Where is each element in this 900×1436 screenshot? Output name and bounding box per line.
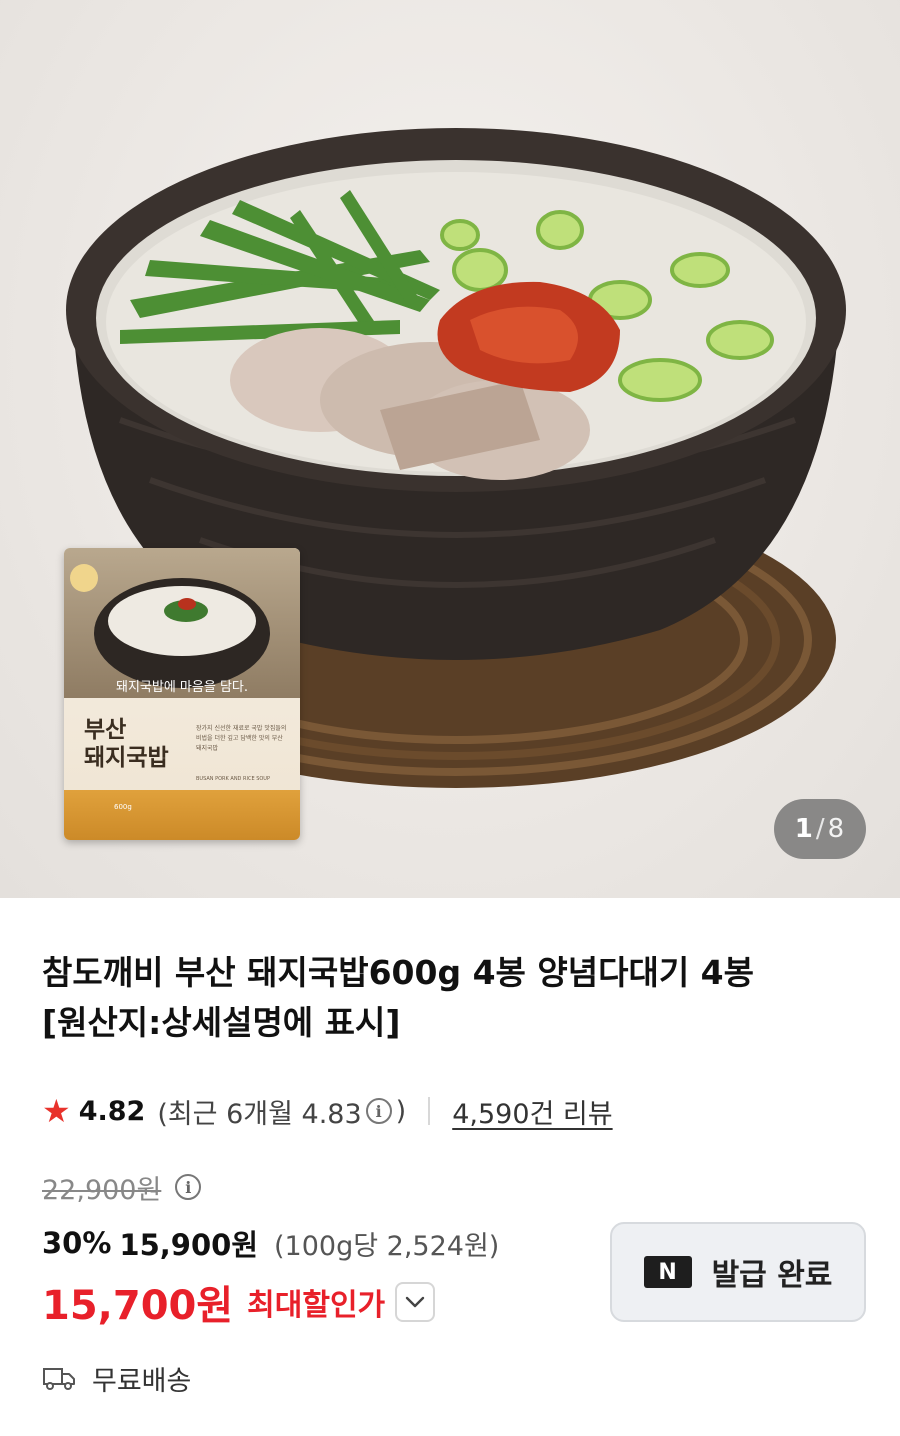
package-subtitle: BUSAN PORK AND RICE SOUP	[196, 776, 270, 782]
image-counter: 1 / 8	[774, 799, 866, 859]
star-icon: ★	[42, 1092, 71, 1130]
package-tagline: 돼지국밥에 마음을 담다.	[116, 680, 248, 695]
coupon-issued-button[interactable]: N 발급 완료	[610, 1222, 866, 1322]
recent-rating: (최근 6개월 4.83 i )	[157, 1095, 407, 1130]
best-price: 15,700원	[42, 1283, 234, 1329]
expand-discount-button[interactable]	[395, 1282, 436, 1322]
discount-percent: 30%	[42, 1226, 112, 1260]
truck-icon	[43, 1368, 75, 1390]
naver-n-icon: N	[643, 1256, 692, 1288]
original-price-row: 22,900원 i	[42, 1168, 205, 1206]
sale-price: 15,900원	[119, 1228, 259, 1262]
image-counter-current: 1	[794, 814, 814, 844]
package-weight: 600g	[114, 803, 132, 811]
product-title: 참도깨비 부산 돼지국밥600g 4봉 양념다대기 4봉 [원산지:상세설명에 …	[42, 953, 754, 1042]
shipping-label: 무료배송	[92, 1365, 192, 1397]
image-counter-separator: /	[815, 814, 826, 844]
package-bottom-band	[64, 790, 300, 840]
info-icon[interactable]: i	[365, 1098, 392, 1124]
sale-price-row: 30% 15,900원 (100g당 2,524원)	[42, 1222, 499, 1264]
package-thumbnail: 돼지국밥에 마음을 담다. 부산 돼지국밥 장가지 신선한 재료로 국밥 맛집들…	[64, 548, 300, 840]
image-counter-total: 8	[827, 814, 846, 844]
chevron-down-icon	[405, 1296, 425, 1308]
rating-row: ★ 4.82 (최근 6개월 4.83 i ) 4,590건 리뷰	[42, 1090, 613, 1132]
divider	[428, 1097, 431, 1125]
review-count-link[interactable]: 4,590건 리뷰	[452, 1092, 612, 1131]
best-price-row: 15,700원 최대할인가	[42, 1276, 436, 1329]
original-price: 22,900원	[42, 1174, 162, 1206]
package-description: 장가지 신선한 재료로 국밥 맛집들의 비법을 더한 깊고 담백한 맛의 부산 …	[196, 725, 287, 752]
brand-logo-icon	[70, 564, 98, 592]
price-info-icon[interactable]: i	[175, 1174, 202, 1200]
best-price-label[interactable]: 최대할인가	[247, 1280, 385, 1324]
coupon-label: 발급 완료	[711, 1258, 833, 1293]
product-image-gallery[interactable]: 돼지국밥에 마음을 담다. 부산 돼지국밥 장가지 신선한 재료로 국밥 맛집들…	[0, 0, 900, 898]
package-name: 부산 돼지국밥	[84, 716, 169, 771]
unit-price: (100g당 2,524원)	[274, 1230, 500, 1262]
shipping-row: 무료배송	[42, 1358, 191, 1398]
rating-score: 4.82	[78, 1095, 146, 1127]
